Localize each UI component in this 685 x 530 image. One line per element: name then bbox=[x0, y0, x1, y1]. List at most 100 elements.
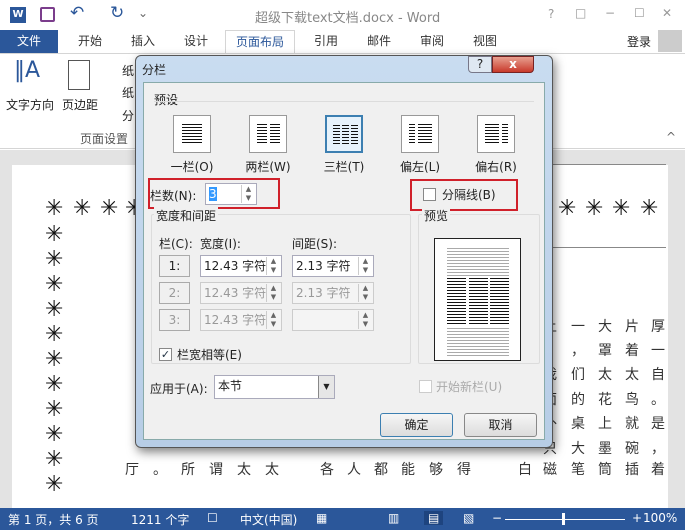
header-rule bbox=[548, 164, 666, 165]
ribbon-tabs: 文件 开始 插入 设计 页面布局 引用 邮件 审阅 视图 登录 bbox=[0, 30, 685, 53]
apply-to-select[interactable]: 本节 ▼ bbox=[214, 375, 335, 399]
ok-button[interactable]: 确定 bbox=[380, 413, 453, 437]
redo-button[interactable]: ↻ bbox=[110, 3, 124, 23]
col-3-label: 3: bbox=[159, 309, 190, 331]
columns-button[interactable]: 分 bbox=[122, 107, 134, 124]
preset-three-label[interactable]: 三栏(T) bbox=[309, 158, 379, 175]
tab-file[interactable]: 文件 bbox=[0, 30, 58, 53]
col-2-spacing-spinner: ▲ ▼ bbox=[358, 284, 372, 302]
preset-left[interactable] bbox=[401, 115, 439, 153]
col-1-spacing-spinner[interactable]: ▲ ▼ bbox=[358, 257, 372, 275]
zoom-slider-thumb[interactable] bbox=[562, 513, 565, 525]
width-header: 宽度(I): bbox=[200, 237, 241, 251]
text-direction-button[interactable]: ‖A 文字方向 bbox=[6, 58, 56, 128]
status-bar: 第 1 页，共 6 页 1211 个字 ☐ 中文(中国) ▦ ▥ ▤ ▧ − +… bbox=[0, 508, 685, 530]
document-char: 是 bbox=[651, 416, 665, 432]
zoom-out-button[interactable]: − bbox=[492, 511, 502, 525]
tab-insert[interactable]: 插入 bbox=[121, 30, 165, 53]
col-2-width: 12.43 字符 ▲ ▼ bbox=[200, 282, 282, 304]
document-char: 厅 bbox=[125, 462, 139, 478]
preview-column-2 bbox=[469, 278, 488, 325]
margins-button[interactable]: 页边距 bbox=[60, 58, 100, 128]
star-ornament: ✳ bbox=[585, 196, 604, 221]
tab-review[interactable]: 审阅 bbox=[410, 30, 454, 53]
chevron-down-icon[interactable]: ▼ bbox=[318, 376, 334, 398]
col-2-spacing: 2.13 字符 ▲ ▼ bbox=[292, 282, 374, 304]
word-count[interactable]: 1211 个字 bbox=[131, 511, 189, 528]
collapse-ribbon-icon[interactable]: ^ bbox=[666, 130, 676, 144]
star-ornament: ✳ bbox=[73, 196, 92, 221]
tab-home[interactable]: 开始 bbox=[68, 30, 112, 53]
col-1-width-value: 12.43 字符 bbox=[204, 259, 267, 273]
star-ornament: ✳ bbox=[45, 422, 64, 447]
columns-dialog: 分栏 ? x 预设 一栏(O) 两栏(W) 三栏(T) 偏左(L) 偏右(R) … bbox=[135, 55, 553, 448]
web-layout-icon[interactable]: ▧ bbox=[463, 511, 474, 525]
star-ornament: ✳ bbox=[45, 347, 64, 372]
equal-width-label[interactable]: 栏宽相等(E) bbox=[177, 346, 242, 363]
preset-right[interactable] bbox=[477, 115, 515, 153]
avatar[interactable] bbox=[658, 30, 682, 52]
preview-label: 预览 bbox=[422, 207, 451, 224]
apply-to-label: 应用于(A): bbox=[150, 382, 208, 396]
proofing-icon[interactable]: ☐ bbox=[207, 511, 218, 525]
col-2-width-value: 12.43 字符 bbox=[204, 286, 267, 300]
document-char: 片 bbox=[625, 319, 639, 335]
equal-width-checkbox[interactable]: ✓ bbox=[159, 348, 172, 361]
tab-mailings[interactable]: 邮件 bbox=[357, 30, 401, 53]
col-1-spacing[interactable]: 2.13 字符 ▲ ▼ bbox=[292, 255, 374, 277]
preview-page bbox=[434, 238, 521, 361]
col-1-width[interactable]: 12.43 字符 ▲ ▼ bbox=[200, 255, 282, 277]
dialog-help-button[interactable]: ? bbox=[468, 56, 492, 73]
page-count[interactable]: 第 1 页，共 6 页 bbox=[8, 511, 99, 528]
document-char: 碗 bbox=[625, 441, 639, 457]
tab-view[interactable]: 视图 bbox=[463, 30, 507, 53]
help-button[interactable]: ? bbox=[548, 7, 554, 21]
zoom-level[interactable]: 100% bbox=[643, 511, 677, 525]
document-char: 上 bbox=[598, 416, 612, 432]
document-char: 太 bbox=[625, 367, 639, 383]
ribbon-display-button[interactable]: □ bbox=[575, 6, 586, 20]
dialog-title: 分栏 bbox=[142, 63, 167, 77]
col-1-width-spinner[interactable]: ▲ ▼ bbox=[266, 257, 280, 275]
start-new-column-label: 开始新栏(U) bbox=[436, 380, 503, 394]
close-button[interactable]: ✕ bbox=[662, 6, 672, 20]
tab-design[interactable]: 设计 bbox=[174, 30, 218, 53]
minimize-button[interactable]: − bbox=[605, 6, 615, 20]
ornament-rule bbox=[548, 247, 666, 248]
tab-references[interactable]: 引用 bbox=[304, 30, 348, 53]
zoom-slider[interactable] bbox=[505, 513, 625, 525]
signin-link[interactable]: 登录 bbox=[627, 33, 651, 50]
document-char: ， bbox=[651, 441, 665, 457]
read-mode-icon[interactable]: ▥ bbox=[388, 511, 399, 525]
print-layout-icon[interactable]: ▤ bbox=[424, 511, 444, 525]
dialog-close-button[interactable]: x bbox=[492, 56, 534, 73]
presets-label: 预设 bbox=[154, 93, 179, 107]
preview-column-3 bbox=[490, 278, 509, 325]
preset-one-label[interactable]: 一栏(O) bbox=[157, 158, 227, 175]
preset-three[interactable] bbox=[325, 115, 363, 153]
tab-page-layout[interactable]: 页面布局 bbox=[225, 30, 296, 53]
maximize-button[interactable]: ☐ bbox=[634, 6, 645, 20]
save-icon[interactable] bbox=[40, 7, 55, 22]
cancel-button[interactable]: 取消 bbox=[464, 413, 537, 437]
preset-one[interactable] bbox=[173, 115, 211, 153]
window-title: 超级下载text文档.docx - Word bbox=[255, 11, 441, 26]
preset-left-label[interactable]: 偏左(L) bbox=[385, 158, 455, 175]
title-bar: W ↶ ↻ ⌄ 超级下载text文档.docx - Word ? □ − ☐ ✕ bbox=[0, 0, 685, 30]
preset-two[interactable] bbox=[249, 115, 287, 153]
orientation-button[interactable]: 纸 bbox=[122, 62, 134, 79]
size-button[interactable]: 纸 bbox=[122, 84, 134, 101]
zoom-in-button[interactable]: + bbox=[632, 511, 642, 525]
macro-icon[interactable]: ▦ bbox=[316, 511, 327, 525]
undo-button[interactable]: ↶ bbox=[70, 3, 84, 23]
document-char: 鸟 bbox=[625, 392, 639, 408]
star-ornament: ✳ bbox=[45, 222, 64, 247]
language[interactable]: 中文(中国) bbox=[240, 511, 297, 528]
preview-text-bottom bbox=[447, 328, 509, 356]
preset-two-label[interactable]: 两栏(W) bbox=[233, 158, 303, 175]
document-char: 能 bbox=[401, 462, 415, 478]
document-char: 太 bbox=[598, 367, 612, 383]
customize-qat-button[interactable]: ⌄ bbox=[138, 6, 148, 20]
preset-right-label[interactable]: 偏右(R) bbox=[461, 158, 531, 175]
document-char: 的 bbox=[571, 392, 585, 408]
